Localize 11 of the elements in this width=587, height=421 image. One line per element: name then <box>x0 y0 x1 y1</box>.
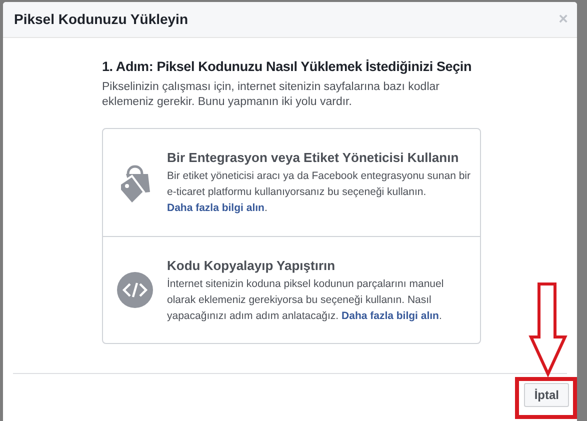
dialog-title: Piksel Kodunuzu Yükleyin <box>14 10 188 29</box>
step-description: Pikselinizin çalışması için, internet sitenizin sayfalarına bazı kodlar eklemeniz gerekir. Bunu yapmanın iki yolu vardır. <box>102 80 440 110</box>
step-heading: 1. Adım: Piksel Kodunuzu Nasıl Yüklemek İstediğinizi Seçin <box>102 58 472 76</box>
learn-more-link[interactable]: Daha fazla bilgi alın <box>167 202 264 214</box>
cancel-button[interactable]: İptal <box>524 383 569 407</box>
option-title: Kodu Kopyalayıp Yapıştırın <box>167 256 336 274</box>
option-description: İnternet sitenizin koduna piksel kodunun parçalarını manuel olarak eklemeniz gerekiyorsa bu seçeneği kullanın. Nasıl yapacağınızı adım adım anlatacağız. Daha fazla bilgi alın. <box>167 276 445 324</box>
learn-more-link[interactable]: Daha fazla bilgi alın <box>342 310 439 322</box>
code-icon <box>117 272 153 308</box>
option-description: Bir etiket yöneticisi aracı ya da Facebook entegrasyonu sunan bir e-ticaret platformu kullanıyorsanız bu seçeneği kullanın. Daha fazla bilgi alın. <box>167 169 472 216</box>
option-title: Bir Entegrasyon veya Etiket Yöneticisi Kullanın <box>167 149 460 166</box>
